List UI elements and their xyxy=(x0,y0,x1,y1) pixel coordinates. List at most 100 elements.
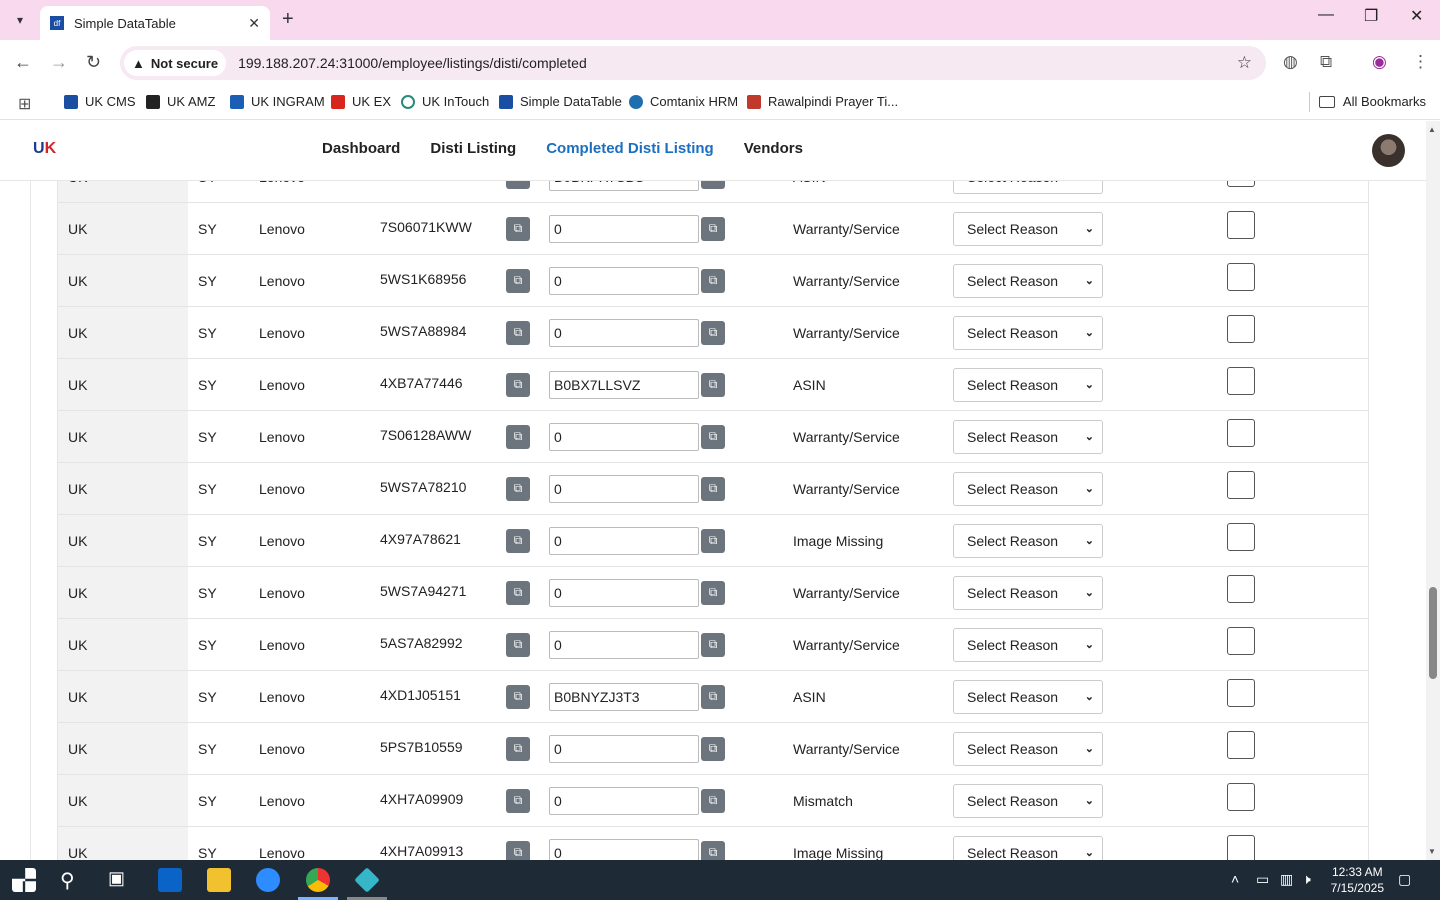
copy-part-button[interactable]: ⧉ xyxy=(506,216,530,241)
copy-value-button[interactable]: ⧉ xyxy=(701,528,725,553)
chrome-icon[interactable] xyxy=(306,868,330,892)
bookmark-star-icon[interactable]: ☆ xyxy=(1237,53,1252,73)
row-checkbox[interactable] xyxy=(1227,731,1255,759)
copy-value-button[interactable]: ⧉ xyxy=(701,216,725,241)
page-scrollbar[interactable]: ▲ ▼ xyxy=(1426,121,1440,860)
value-input[interactable] xyxy=(549,266,699,295)
translate-icon[interactable]: ◍ xyxy=(1283,52,1298,72)
value-input[interactable] xyxy=(549,734,699,763)
value-input[interactable] xyxy=(549,682,699,711)
avatar[interactable] xyxy=(1372,134,1405,167)
bookmark-uk-intouch[interactable]: UK InTouch xyxy=(401,94,489,109)
reason-select[interactable]: Select Reason ⌄ xyxy=(953,471,1103,506)
file-explorer-icon[interactable] xyxy=(207,868,231,892)
copy-value-button[interactable]: ⧉ xyxy=(701,684,725,709)
scroll-thumb[interactable] xyxy=(1429,587,1437,679)
row-checkbox[interactable] xyxy=(1227,471,1255,499)
copy-value-button[interactable]: ⧉ xyxy=(701,736,725,761)
copy-value-button[interactable]: ⧉ xyxy=(701,580,725,605)
value-input[interactable] xyxy=(549,630,699,659)
reason-select[interactable]: Select Reason ⌄ xyxy=(953,367,1103,402)
row-checkbox[interactable] xyxy=(1227,783,1255,811)
copy-part-button[interactable]: ⧉ xyxy=(506,632,530,657)
row-checkbox[interactable] xyxy=(1227,211,1255,239)
nav-vendors[interactable]: Vendors xyxy=(744,140,803,157)
copy-part-button[interactable]: ⧉ xyxy=(506,320,530,345)
uk-logo[interactable]: UK xyxy=(33,140,56,158)
copy-part-button[interactable]: ⧉ xyxy=(506,424,530,449)
reason-select[interactable]: Select Reason ⌄ xyxy=(953,679,1103,714)
copy-value-button[interactable]: ⧉ xyxy=(701,268,725,293)
bookmark-comtanix-hrm[interactable]: Comtanix HRM xyxy=(629,94,738,109)
row-checkbox[interactable] xyxy=(1227,679,1255,707)
outlook-icon[interactable] xyxy=(158,868,182,892)
back-icon[interactable]: ← xyxy=(14,52,32,73)
row-checkbox[interactable] xyxy=(1227,523,1255,551)
copy-value-button[interactable]: ⧉ xyxy=(701,320,725,345)
copy-value-button[interactable]: ⧉ xyxy=(701,372,725,397)
copy-part-button[interactable]: ⧉ xyxy=(506,684,530,709)
value-input[interactable] xyxy=(549,474,699,503)
reason-select[interactable]: Select Reason ⌄ xyxy=(953,783,1103,818)
search-icon[interactable]: ⚲ xyxy=(60,868,84,892)
copy-part-button[interactable]: ⧉ xyxy=(506,476,530,501)
forward-icon[interactable]: → xyxy=(50,52,68,73)
row-checkbox[interactable] xyxy=(1227,627,1255,655)
reason-select[interactable]: Select Reason ⌄ xyxy=(953,627,1103,662)
extensions-icon[interactable]: ⧉ xyxy=(1320,52,1332,72)
tray-chevron-icon[interactable]: ˄ xyxy=(1231,871,1239,887)
bookmark-uk-cms[interactable]: UK CMS xyxy=(64,94,136,109)
nav-dashboard[interactable]: Dashboard xyxy=(322,140,400,157)
task-view-icon[interactable]: ▣ xyxy=(108,868,132,892)
copy-part-button[interactable]: ⧉ xyxy=(506,788,530,813)
copy-value-button[interactable]: ⧉ xyxy=(701,424,725,449)
volume-muted-icon[interactable]: 🕨 xyxy=(1302,871,1311,888)
profile-icon[interactable]: ◉ xyxy=(1372,52,1387,72)
row-checkbox[interactable] xyxy=(1227,575,1255,603)
copy-part-button[interactable]: ⧉ xyxy=(506,372,530,397)
row-checkbox[interactable] xyxy=(1227,263,1255,291)
value-input[interactable] xyxy=(549,838,699,860)
url-bar[interactable]: ▲ Not secure 199.188.207.24:31000/employ… xyxy=(120,46,1266,80)
copy-value-button[interactable]: ⧉ xyxy=(701,840,725,860)
copy-part-button[interactable]: ⧉ xyxy=(506,580,530,605)
copy-part-button[interactable]: ⧉ xyxy=(506,736,530,761)
copy-part-button[interactable]: ⧉ xyxy=(506,840,530,860)
menu-kebab-icon[interactable]: ⋮ xyxy=(1412,52,1429,72)
zoom-icon[interactable] xyxy=(256,868,280,892)
copy-value-button[interactable]: ⧉ xyxy=(701,632,725,657)
restore-icon[interactable]: ❐ xyxy=(1364,6,1378,26)
all-bookmarks[interactable]: All Bookmarks xyxy=(1318,94,1426,109)
nav-completed-disti-listing[interactable]: Completed Disti Listing xyxy=(546,140,714,157)
reason-select[interactable]: Select Reason ⌄ xyxy=(953,731,1103,766)
scroll-down-icon[interactable]: ▼ xyxy=(1428,847,1436,856)
reason-select[interactable]: Select Reason ⌄ xyxy=(953,575,1103,610)
nav-disti-listing[interactable]: Disti Listing xyxy=(430,140,516,157)
bookmark-rawalpindi-prayer[interactable]: Rawalpindi Prayer Ti... xyxy=(747,94,898,109)
value-input[interactable] xyxy=(549,526,699,555)
value-input[interactable] xyxy=(549,786,699,815)
reason-select[interactable]: Select Reason ⌄ xyxy=(953,523,1103,558)
not-secure-badge[interactable]: ▲ Not secure xyxy=(124,50,227,76)
bookmark-uk-ex[interactable]: UK EX xyxy=(331,94,391,109)
row-checkbox[interactable] xyxy=(1227,367,1255,395)
reason-select[interactable]: Select Reason ⌄ xyxy=(953,263,1103,298)
value-input[interactable] xyxy=(549,422,699,451)
value-input[interactable] xyxy=(549,578,699,607)
app-diamond-icon[interactable] xyxy=(354,867,380,893)
minimize-icon[interactable]: — xyxy=(1318,6,1334,24)
clock[interactable]: 12:33 AM 7/15/2025 xyxy=(1331,864,1384,896)
camera-icon[interactable]: ▭ xyxy=(1256,871,1269,888)
reason-select[interactable]: Select Reason ⌄ xyxy=(953,315,1103,350)
reason-select[interactable]: Select Reason ⌄ xyxy=(953,835,1103,860)
reason-select[interactable]: Select Reason ⌄ xyxy=(953,419,1103,454)
apps-grid-icon[interactable]: ⊞ xyxy=(18,94,31,114)
tab-search-icon[interactable]: ▾ xyxy=(8,8,32,32)
window-close-icon[interactable]: ✕ xyxy=(1410,6,1423,26)
copy-value-button[interactable]: ⧉ xyxy=(701,788,725,813)
tab-simple-datatable[interactable]: df Simple DataTable ✕ xyxy=(40,6,270,40)
row-checkbox[interactable] xyxy=(1227,419,1255,447)
notifications-icon[interactable]: ▢ xyxy=(1398,871,1411,888)
reload-icon[interactable]: ↻ xyxy=(86,52,101,73)
bookmark-uk-amz[interactable]: UK AMZ xyxy=(146,94,215,109)
